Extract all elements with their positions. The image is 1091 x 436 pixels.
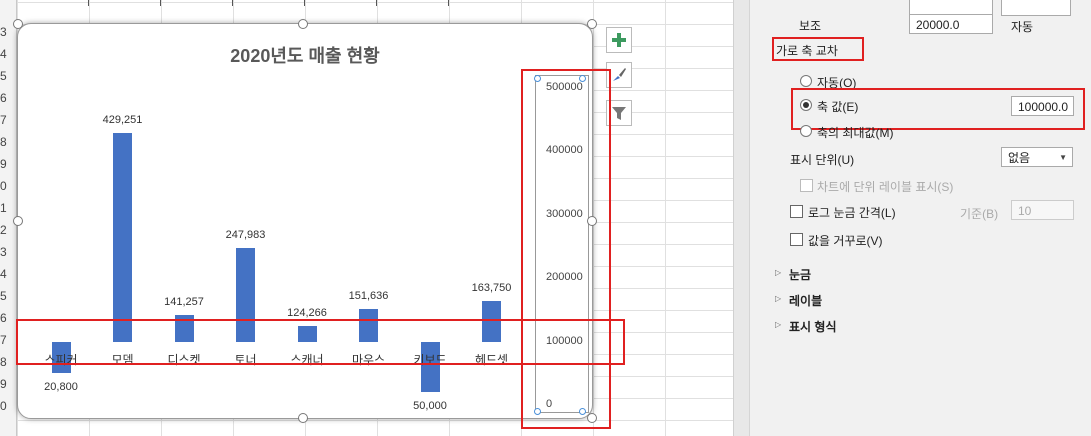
resize-handle[interactable]	[298, 413, 308, 423]
show-units-checkbox[interactable]	[800, 179, 813, 192]
show-units-label: 차트에 단위 레이블 표시(S)	[817, 180, 954, 194]
radio-max-label[interactable]: 축의 최대값(M)	[817, 124, 894, 141]
row-number[interactable]: 5	[0, 69, 16, 83]
resize-handle[interactable]	[587, 19, 597, 29]
chart-elements-button[interactable]	[606, 27, 632, 53]
data-label: 50,000	[413, 399, 447, 412]
display-units-value: 없음	[1008, 151, 1031, 165]
data-label: 20,800	[44, 380, 78, 393]
pane-gutter	[734, 0, 750, 436]
row-number[interactable]: 9	[0, 157, 16, 171]
chevron-down-icon: ▼	[1059, 153, 1067, 162]
bar[interactable]	[113, 132, 132, 342]
data-label: 247,983	[225, 228, 266, 241]
row-number[interactable]: 6	[0, 311, 16, 325]
log-base-input[interactable]: 10	[1011, 200, 1074, 220]
top-input-2[interactable]	[1001, 0, 1071, 16]
row-number[interactable]: 8	[0, 355, 16, 369]
column-divider	[88, 0, 89, 6]
minor-unit-auto[interactable]: 자동	[1011, 18, 1033, 35]
row-number[interactable]: 1	[0, 201, 16, 215]
brush-icon	[613, 68, 626, 81]
column-divider	[160, 0, 161, 6]
data-label: 151,636	[348, 289, 389, 302]
highlight-category-axis	[16, 319, 625, 365]
display-units-select[interactable]: 없음 ▼	[1001, 147, 1073, 167]
data-label: 124,266	[287, 307, 327, 320]
row-number[interactable]: 6	[0, 91, 16, 105]
expand-triangle-icon[interactable]: ▷	[775, 294, 781, 303]
log-scale-checkbox[interactable]	[790, 205, 803, 218]
expand-triangle-icon[interactable]: ▷	[775, 320, 781, 329]
row-number[interactable]: 4	[0, 47, 16, 61]
column-divider	[304, 0, 305, 6]
row-number[interactable]: 7	[0, 113, 16, 127]
section-labels[interactable]: 레이블	[789, 292, 822, 309]
column-divider	[232, 0, 233, 6]
data-label: 141,257	[164, 296, 204, 309]
display-units-label: 표시 단위(U)	[790, 153, 855, 167]
minor-unit-label: 보조	[799, 19, 822, 33]
expand-triangle-icon[interactable]: ▷	[775, 268, 781, 277]
filter-icon	[612, 107, 626, 120]
row-number[interactable]: 9	[0, 377, 16, 391]
data-label: 429,251	[102, 113, 143, 126]
resize-handle[interactable]	[13, 19, 23, 29]
row-number[interactable]: 7	[0, 333, 16, 347]
highlight-vertical-axis	[521, 69, 611, 429]
column-divider	[448, 0, 449, 6]
plus-icon	[612, 33, 626, 47]
reverse-order-checkbox[interactable]	[790, 233, 803, 246]
log-scale-label[interactable]: 로그 눈금 간격(L)	[808, 204, 896, 221]
row-number[interactable]: 4	[0, 267, 16, 281]
highlight-section-label	[772, 37, 864, 61]
row-number[interactable]: 8	[0, 135, 16, 149]
format-axis-pane: 보조 20000.0 자동 가로 축 교차 자동(O) 축 값(E) 10000…	[733, 0, 1091, 436]
section-number-format[interactable]: 표시 형식	[789, 318, 837, 335]
row-number[interactable]: 0	[0, 399, 16, 413]
reverse-order-label[interactable]: 값을 거꾸로(V)	[808, 232, 883, 249]
column-divider	[376, 0, 377, 6]
minor-unit-input[interactable]: 20000.0	[909, 14, 993, 34]
row-number[interactable]: 2	[0, 223, 16, 237]
log-base-label: 기준(B)	[960, 207, 999, 221]
radio-auto[interactable]	[800, 75, 812, 87]
section-tick-marks[interactable]: 눈금	[789, 266, 811, 283]
data-label: 163,750	[471, 282, 512, 295]
chart-title[interactable]: 2020년도 매출 현황	[18, 42, 592, 68]
radio-max[interactable]	[800, 125, 812, 137]
resize-handle[interactable]	[13, 216, 23, 226]
resize-handle[interactable]	[298, 19, 308, 29]
row-number[interactable]: 3	[0, 245, 16, 259]
row-number[interactable]: 0	[0, 179, 16, 193]
row-number[interactable]: 5	[0, 289, 16, 303]
